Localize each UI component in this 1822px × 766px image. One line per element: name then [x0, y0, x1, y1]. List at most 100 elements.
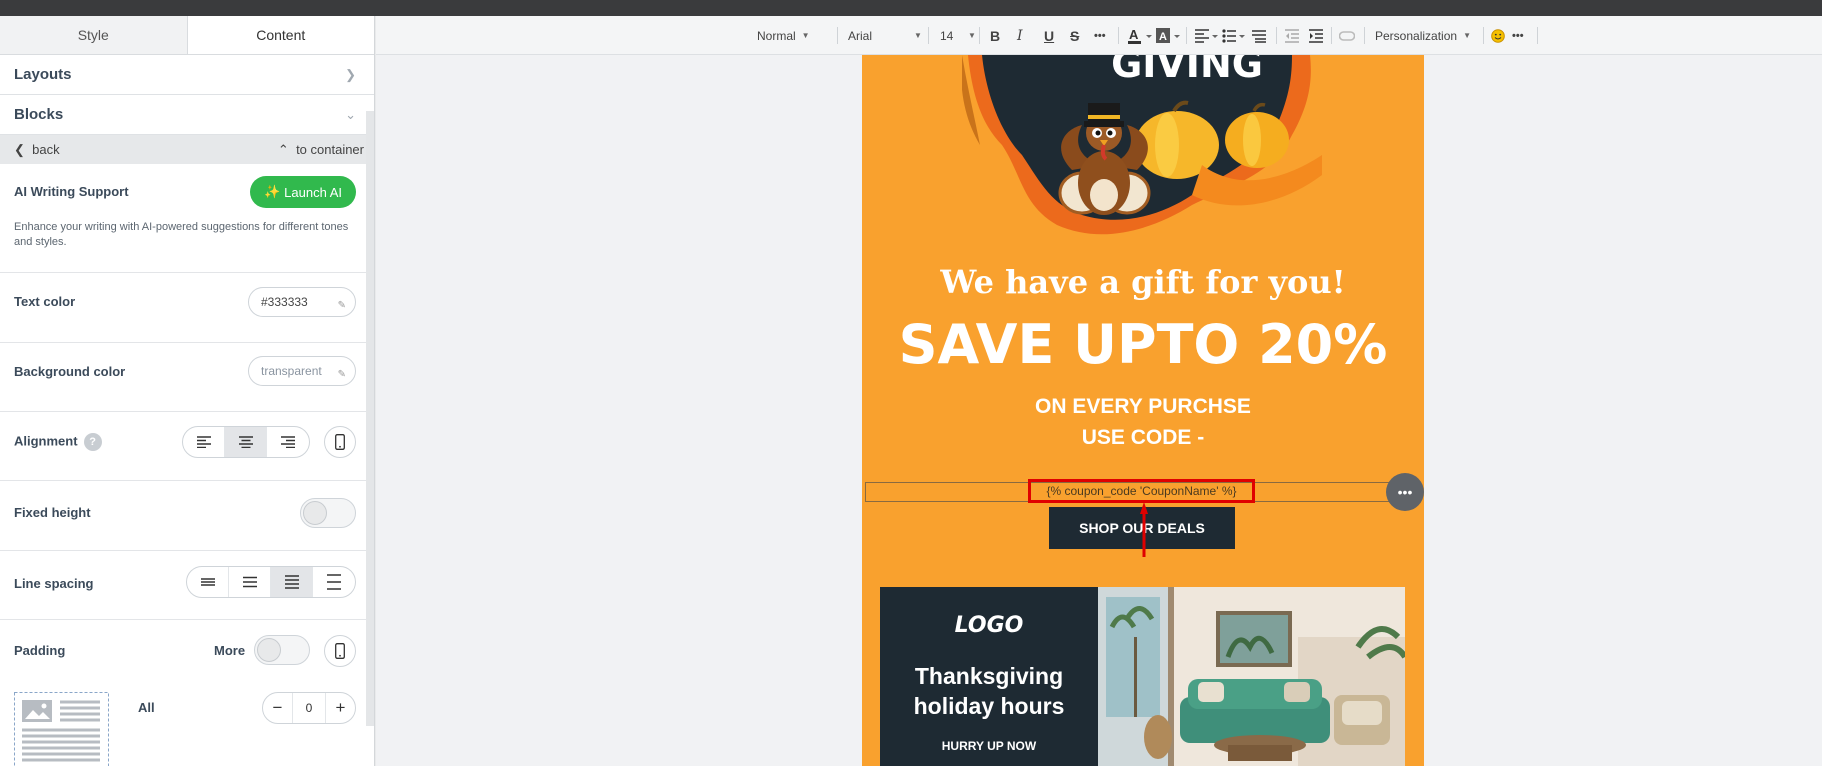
- back-link[interactable]: ❮ back: [14, 142, 60, 158]
- padding-preview-icon: [14, 692, 109, 766]
- toolbar-more-button[interactable]: •••: [1512, 16, 1524, 55]
- mobile-alignment-button[interactable]: [324, 426, 356, 458]
- chevron-up-icon: ⌃: [277, 141, 289, 157]
- breadcrumb: ❮ back ⌃ to container: [0, 135, 374, 164]
- coupon-code-text: {% coupon_code 'CouponName' %}: [1046, 484, 1237, 498]
- bullet-list-icon: [1222, 28, 1245, 43]
- launch-ai-label: Launch AI: [284, 184, 342, 200]
- text-format-toolbar: Normal ▼ Arial ▼ 14 ▼ B I U S ••• A A Perso…: [376, 16, 1822, 55]
- help-icon[interactable]: ?: [83, 433, 102, 451]
- font-color-button[interactable]: A: [1128, 16, 1154, 55]
- padding-decrease-button[interactable]: −: [263, 693, 293, 723]
- ai-writing-section: AI Writing Support ✨ Launch AI Enhance y…: [0, 164, 374, 273]
- save-heading[interactable]: SAVE UPTO 20%: [862, 313, 1424, 376]
- coupon-code-highlight[interactable]: {% coupon_code 'CouponName' %}: [1028, 479, 1255, 503]
- padding-all-label: All: [138, 700, 155, 715]
- blocks-label: Blocks: [14, 106, 64, 123]
- caret-down-icon: ▼: [1463, 31, 1471, 40]
- launch-ai-button[interactable]: ✨ Launch AI: [250, 176, 356, 208]
- align-right-button[interactable]: [267, 427, 309, 457]
- layouts-section[interactable]: Layouts ❯: [0, 55, 374, 95]
- text-color-row: Text color #333333 ✎: [0, 273, 374, 343]
- strikethrough-button[interactable]: S: [1070, 16, 1079, 55]
- toolbar-divider: [837, 27, 838, 44]
- italic-button[interactable]: I: [1017, 16, 1023, 55]
- hurry-up-text[interactable]: HURRY UP NOW: [880, 739, 1098, 753]
- alignment-row: Alignment?: [0, 412, 374, 481]
- font-size-dropdown[interactable]: 14 ▼: [940, 16, 976, 55]
- line-spacing-label: Line spacing: [14, 576, 94, 591]
- padding-more-toggle[interactable]: [254, 635, 310, 665]
- line-spacing-option-4[interactable]: [313, 567, 355, 597]
- toolbar-divider: [1331, 27, 1332, 44]
- outdent-icon: [1285, 28, 1299, 43]
- text-align-dropdown[interactable]: [1195, 16, 1219, 55]
- font-family-dropdown[interactable]: Arial ▼: [848, 16, 922, 55]
- blocks-section[interactable]: Blocks ⌄: [0, 95, 374, 135]
- padding-increase-button[interactable]: +: [325, 693, 355, 723]
- line-spacing-loose-icon: [284, 575, 299, 589]
- mobile-padding-button[interactable]: [324, 635, 356, 667]
- toggle-knob: [257, 638, 281, 662]
- padding-more-label: More: [214, 643, 246, 658]
- line-spacing-option-3[interactable]: [271, 567, 313, 597]
- tab-style[interactable]: Style: [0, 16, 188, 54]
- thanksgiving-hero-image[interactable]: GIVING: [962, 55, 1322, 235]
- highlight-color-button[interactable]: A: [1156, 16, 1182, 55]
- tab-content[interactable]: Content: [187, 16, 374, 54]
- emoji-button[interactable]: [1491, 16, 1505, 55]
- list-dropdown[interactable]: [1222, 16, 1246, 55]
- magic-wand-icon: ✨: [263, 184, 281, 199]
- chevron-left-icon: ❮: [14, 141, 25, 157]
- gift-heading[interactable]: We have a gift for you!: [862, 263, 1424, 301]
- padding-all-value[interactable]: 0: [293, 701, 325, 715]
- insert-link-button[interactable]: [1339, 16, 1355, 55]
- paragraph-format-dropdown[interactable]: Normal ▼: [757, 16, 810, 55]
- background-color-input[interactable]: transparent ✎: [248, 356, 356, 386]
- promo-title[interactable]: Thanksgiving holiday hours: [880, 661, 1098, 721]
- mobile-icon: [335, 643, 345, 659]
- indent-button[interactable]: [1309, 16, 1323, 55]
- text-color-label: Text color: [14, 294, 76, 309]
- line-spacing-selector: [186, 566, 356, 598]
- svg-text:A: A: [1159, 31, 1167, 43]
- more-formatting-button[interactable]: •••: [1094, 16, 1106, 55]
- paragraph-style-button[interactable]: [1252, 16, 1266, 55]
- email-canvas: GIVING We have a gift for you! SAVE UPTO…: [376, 55, 1822, 766]
- promo-title-line-2: holiday hours: [913, 693, 1065, 719]
- caret-down-icon: ▼: [914, 31, 922, 40]
- red-arrow-annotation-icon: [1140, 502, 1148, 557]
- line-spacing-normal-icon: [242, 576, 257, 588]
- align-center-button[interactable]: [225, 427, 267, 457]
- padding-all-stepper: − 0 +: [262, 692, 356, 724]
- pencil-icon: ✎: [337, 369, 346, 380]
- underline-button[interactable]: U: [1044, 16, 1054, 55]
- outdent-button[interactable]: [1285, 16, 1299, 55]
- align-right-icon: [281, 436, 295, 448]
- sidebar-scrollbar[interactable]: [366, 111, 374, 726]
- toolbar-divider: [979, 27, 980, 44]
- to-container-link[interactable]: ⌃ to container: [278, 142, 364, 158]
- text-color-input[interactable]: #333333 ✎: [248, 287, 356, 317]
- link-icon: [1339, 30, 1355, 41]
- bold-button[interactable]: B: [990, 16, 1000, 55]
- svg-text:A: A: [1129, 27, 1139, 42]
- use-code-text[interactable]: USE CODE -: [862, 426, 1424, 450]
- every-purchase-text[interactable]: ON EVERY PURCHSE: [862, 395, 1424, 419]
- paragraph-format-value: Normal: [757, 28, 796, 43]
- coupon-text-block[interactable]: {% coupon_code 'CouponName' %} •••: [865, 473, 1424, 511]
- align-left-button[interactable]: [183, 427, 225, 457]
- personalization-label: Personalization: [1375, 28, 1458, 43]
- living-room-image[interactable]: [1098, 587, 1405, 766]
- personalization-dropdown[interactable]: Personalization ▼: [1375, 16, 1471, 55]
- line-spacing-row: Line spacing: [0, 551, 374, 620]
- padding-label: Padding: [14, 643, 66, 658]
- block-options-button[interactable]: •••: [1386, 473, 1424, 511]
- caret-down-icon: ▼: [801, 31, 810, 40]
- sidebar-tabs: Style Content: [0, 16, 374, 55]
- fixed-height-toggle[interactable]: [300, 498, 356, 528]
- line-spacing-option-2[interactable]: [229, 567, 271, 597]
- emoji-icon: [1491, 28, 1505, 43]
- line-spacing-option-1[interactable]: [187, 567, 229, 597]
- hero-title-text: GIVING: [1111, 55, 1263, 86]
